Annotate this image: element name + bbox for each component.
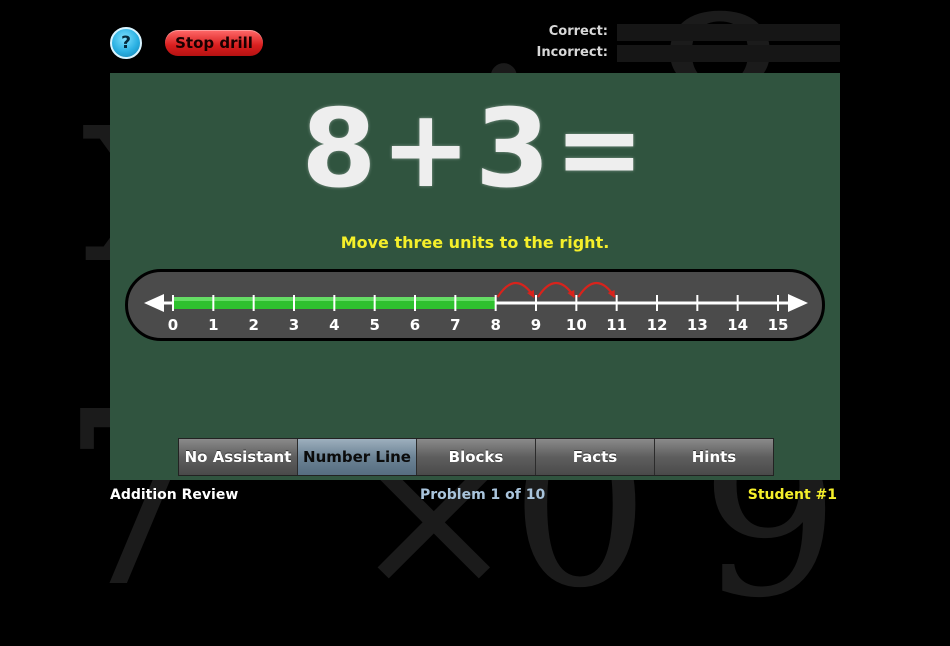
tick-label: 15 — [768, 316, 789, 334]
instruction-text: Move three units to the right. — [340, 233, 610, 252]
tab-hints[interactable]: Hints — [655, 439, 773, 475]
tick-label: 9 — [531, 316, 541, 334]
hop-arc — [537, 281, 576, 298]
tick-label: 3 — [289, 316, 299, 334]
question-mark-icon: ? — [121, 33, 131, 53]
incorrect-label: Incorrect: — [536, 45, 609, 60]
correct-count — [617, 24, 840, 41]
tick-label: 11 — [606, 316, 627, 334]
number-line[interactable]: 0 1 2 3 4 5 6 7 8 9 10 11 12 13 14 15 — [128, 272, 822, 338]
tick-label: 6 — [410, 316, 420, 334]
correct-label: Correct: — [548, 24, 608, 39]
number-line-panel: 0 1 2 3 4 5 6 7 8 9 10 11 12 13 14 15 — [125, 269, 825, 341]
hop-arc — [496, 281, 535, 298]
lesson-title: Addition Review — [110, 487, 239, 503]
arrow-right-icon — [788, 294, 808, 312]
tick-label: 5 — [369, 316, 379, 334]
tab-blocks[interactable]: Blocks — [417, 439, 536, 475]
stop-drill-button[interactable]: Stop drill — [165, 30, 263, 56]
problem-progress: Problem 1 of 10 — [420, 487, 546, 503]
tick-label: 7 — [450, 316, 460, 334]
assistant-tab-bar: No Assistant Number Line Blocks Facts Hi… — [178, 438, 774, 476]
tick-label: 12 — [647, 316, 668, 334]
arrow-left-icon — [144, 294, 164, 312]
tick-label: 2 — [248, 316, 258, 334]
tick-label: 14 — [727, 316, 748, 334]
equation: 8+3= — [301, 87, 649, 212]
tab-number-line[interactable]: Number Line — [298, 439, 417, 475]
chalkboard: 8+3= Move three units to the right. 0123… — [110, 73, 840, 480]
hop-arc — [577, 281, 616, 298]
student-name: Student #1 — [747, 487, 837, 503]
tick-label: 4 — [329, 316, 339, 334]
tab-no-assistant[interactable]: No Assistant — [179, 439, 298, 475]
help-button[interactable]: ? — [110, 27, 142, 59]
tick-label: 13 — [687, 316, 708, 334]
tick-label: 0 — [168, 316, 178, 334]
tick-label: 8 — [490, 316, 500, 334]
tick-label: 1 — [208, 316, 218, 334]
incorrect-count — [617, 45, 840, 62]
tick-label: 10 — [566, 316, 587, 334]
tab-facts[interactable]: Facts — [536, 439, 655, 475]
